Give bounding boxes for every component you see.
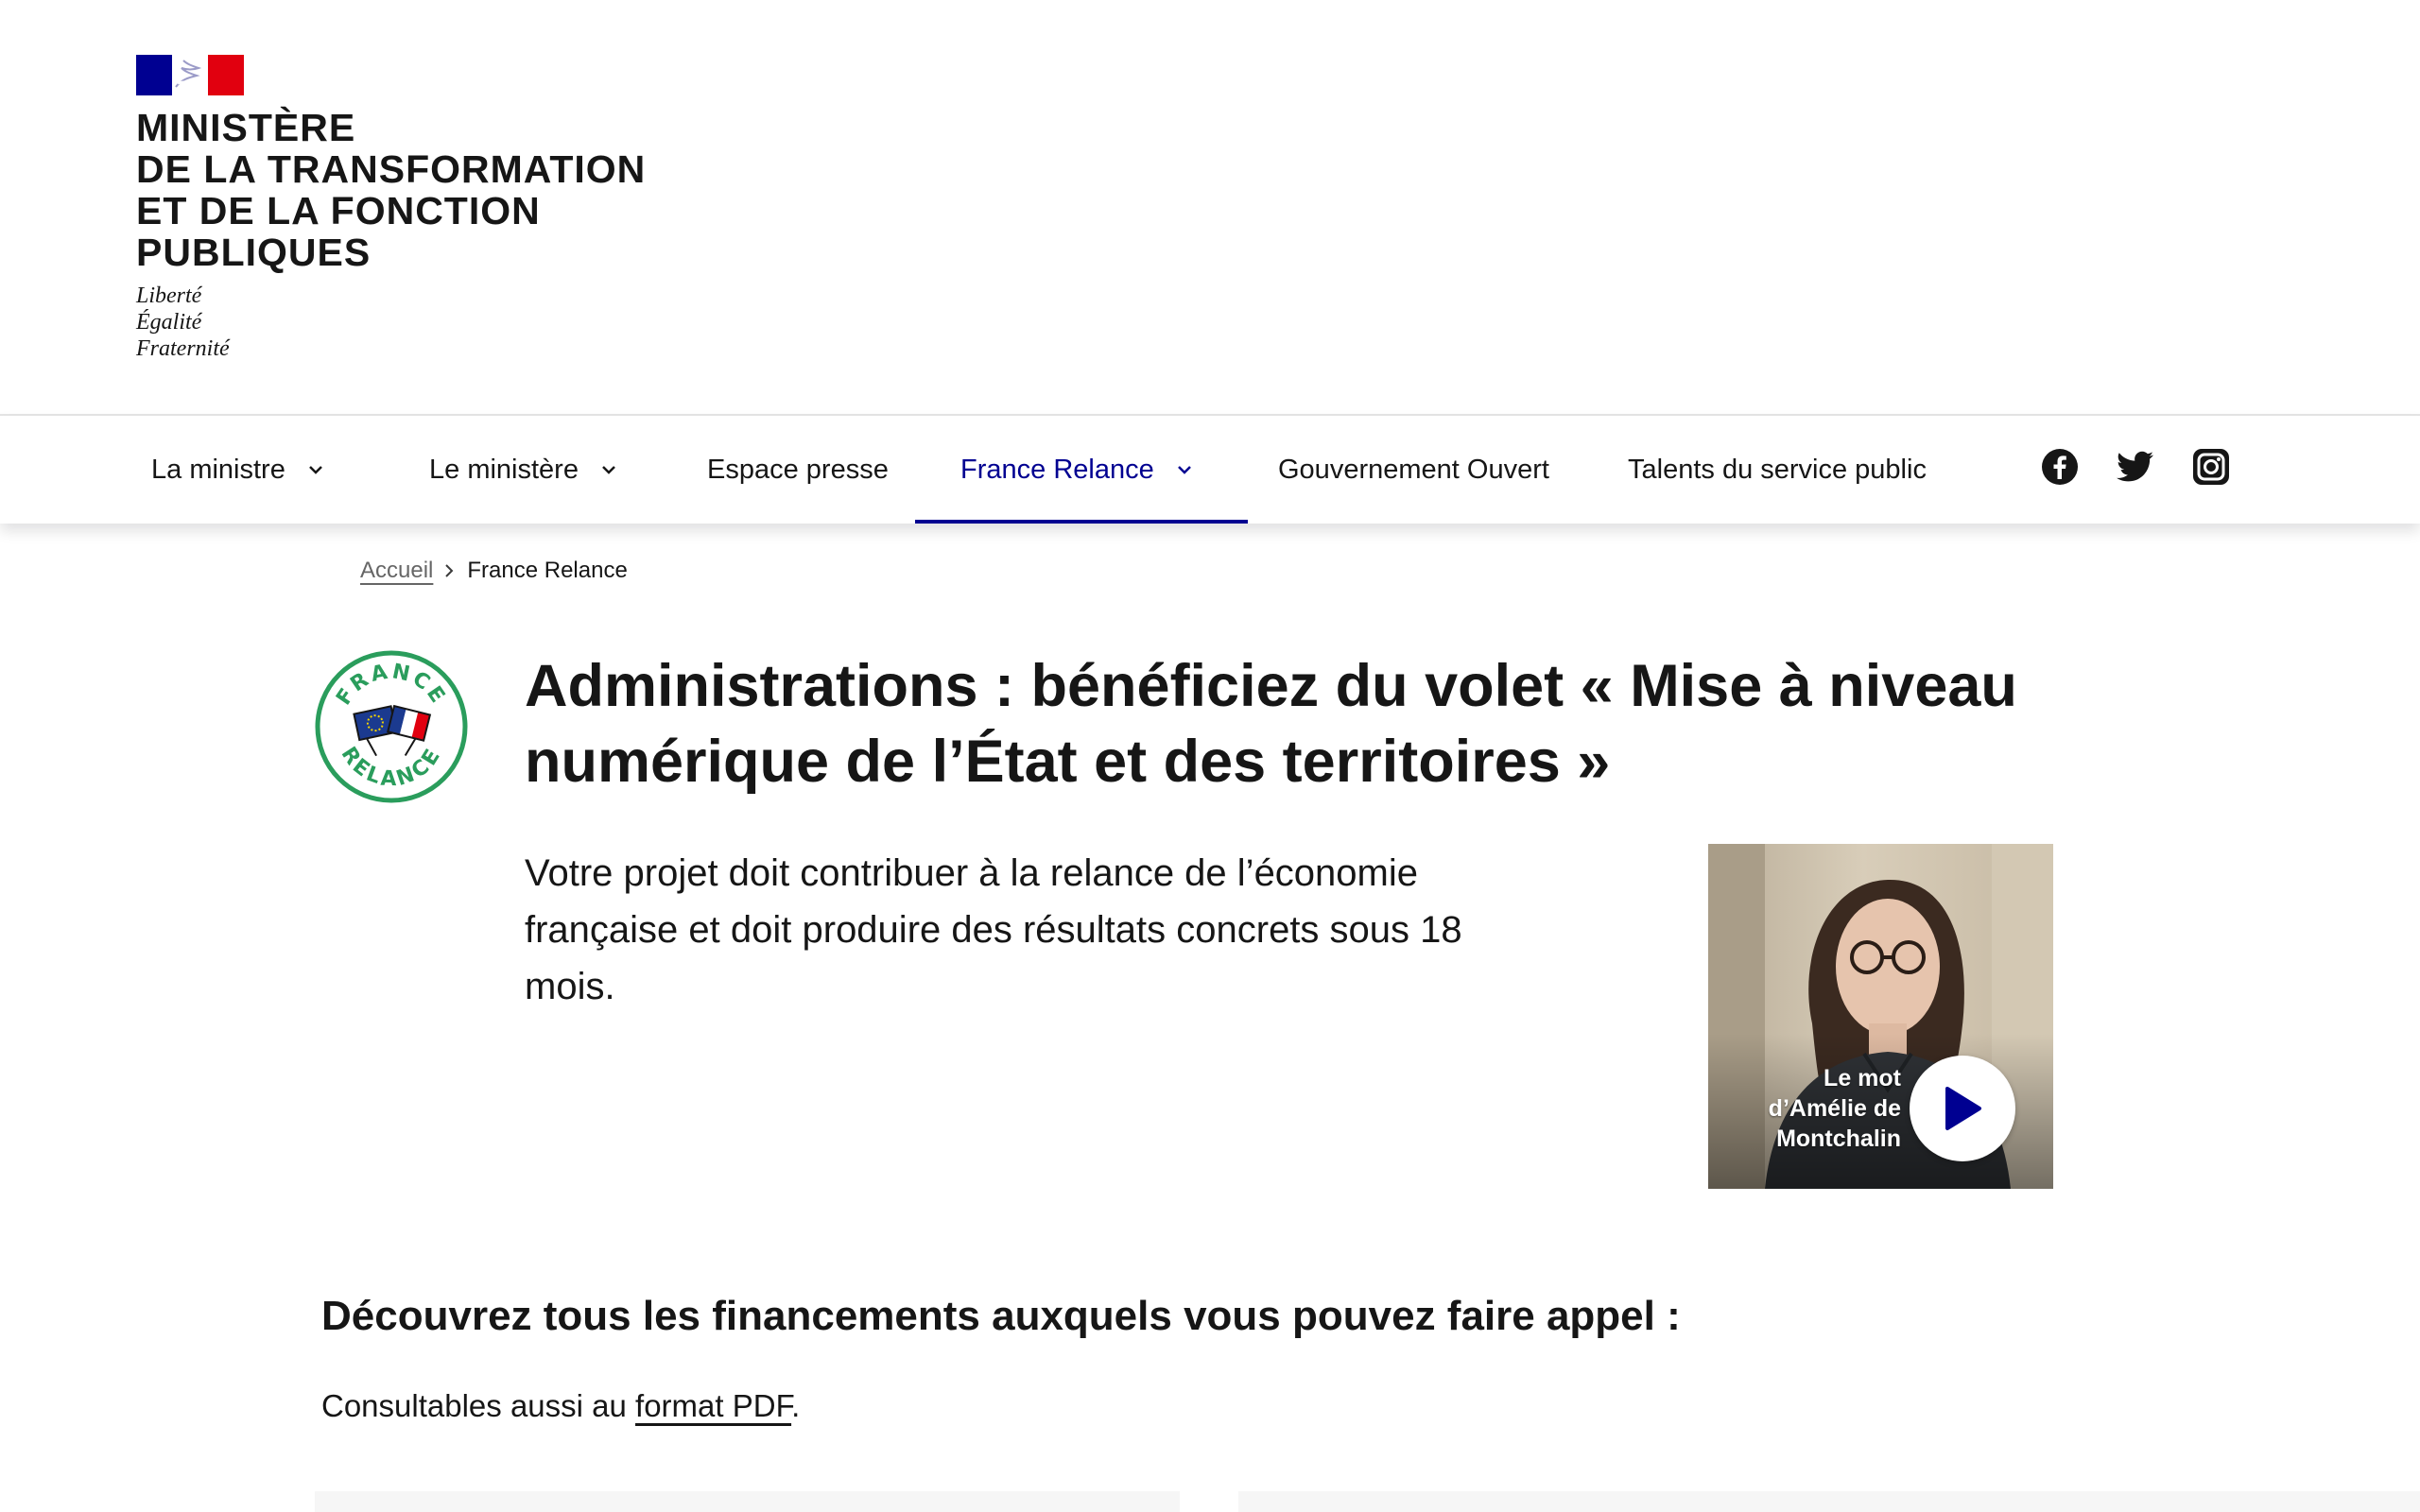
motto-line: Liberté (136, 284, 202, 308)
nav-item-label: Espace presse (707, 454, 889, 485)
ministry-line: DE LA TRANSFORMATION (136, 147, 647, 191)
nav-item-label: La ministre (151, 454, 285, 485)
title-line: numérique de l’État et des territoires » (525, 729, 1611, 795)
nav-item-label: France Relance (960, 454, 1154, 485)
consult-prefix: Consultables aussi au (321, 1388, 636, 1423)
ministry-name: MINISTÈRE DE LA TRANSFORMATION ET DE LA … (136, 107, 646, 273)
motto-line: Fraternité (136, 336, 230, 361)
financing-card[interactable] (315, 1491, 1180, 1512)
caption-line: d’Amélie de (1768, 1095, 1901, 1122)
nav-item-la-ministre[interactable]: La ministre (151, 416, 325, 524)
page-title: Administrations : bénéficiez du volet « … (525, 648, 2132, 799)
france-relance-logo: FRANCE RELANCE (315, 650, 468, 803)
ministry-line: ET DE LA FONCTION (136, 189, 541, 232)
republic-motto: Liberté Égalité Fraternité (136, 283, 646, 362)
lead-line: mois. (525, 966, 615, 1007)
nav-item-espace-presse[interactable]: Espace presse (707, 416, 889, 524)
chevron-down-icon (1175, 460, 1194, 479)
twitter-icon[interactable] (2117, 448, 2154, 486)
nav-item-label: Gouvernement Ouvert (1278, 454, 1549, 485)
lead-paragraph: Votre projet doit contribuer à la relanc… (525, 845, 1583, 1015)
social-links (2041, 448, 2230, 486)
lead-line: Votre projet doit contribuer à la relanc… (525, 852, 1418, 894)
breadcrumb-home-link[interactable]: Accueil (360, 558, 433, 584)
pdf-format-link[interactable]: format PDF (635, 1388, 791, 1423)
financing-section-title: Découvrez tous les financements auxquels… (321, 1293, 1681, 1339)
republic-flag-icon (136, 55, 244, 95)
motto-line: Égalité (136, 310, 202, 335)
ministry-line: PUBLIQUES (136, 231, 372, 274)
facebook-icon[interactable] (2041, 448, 2079, 486)
pdf-consult-text: Consultables aussi au format PDF. (321, 1388, 800, 1424)
financing-card[interactable] (1238, 1491, 2420, 1512)
nav-item-label: Talents du service public (1628, 454, 1927, 485)
play-button[interactable] (1910, 1056, 2015, 1161)
ministry-logo[interactable]: MINISTÈRE DE LA TRANSFORMATION ET DE LA … (136, 55, 646, 362)
consult-suffix: . (791, 1388, 801, 1423)
breadcrumb: Accueil France Relance (360, 558, 628, 584)
instagram-icon[interactable] (2192, 448, 2230, 486)
title-line: Administrations : bénéficiez du volet « … (525, 653, 2017, 719)
nav-item-gouvernement-ouvert[interactable]: Gouvernement Ouvert (1278, 416, 1549, 524)
ministry-line: MINISTÈRE (136, 106, 356, 149)
video-thumbnail[interactable]: Le mot d’Amélie de Montchalin (1708, 844, 2053, 1189)
nav-item-le-ministere[interactable]: Le ministère (429, 416, 618, 524)
caption-line: Montchalin (1776, 1125, 1901, 1152)
chevron-right-icon (444, 563, 454, 578)
breadcrumb-current: France Relance (467, 558, 628, 583)
nav-item-france-relance[interactable]: France Relance (915, 416, 1248, 524)
chevron-down-icon (306, 460, 325, 479)
site-header: MINISTÈRE DE LA TRANSFORMATION ET DE LA … (0, 0, 2420, 416)
nav-item-talents-service-public[interactable]: Talents du service public (1628, 416, 1927, 524)
lead-line: française et doit produire des résultats… (525, 909, 1462, 951)
chevron-down-icon (599, 460, 618, 479)
nav-item-label: Le ministère (429, 454, 579, 485)
caption-line: Le mot (1824, 1065, 1901, 1091)
video-caption: Le mot d’Amélie de Montchalin (1750, 1063, 1901, 1154)
play-icon (1945, 1087, 1981, 1130)
